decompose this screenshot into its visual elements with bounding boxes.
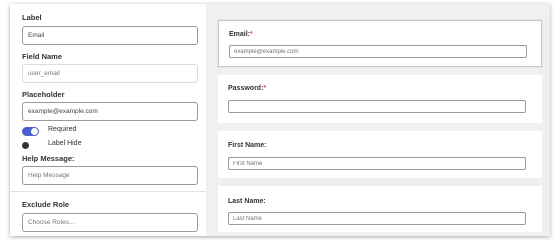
label-heading: Label <box>22 13 42 22</box>
required-toggle[interactable] <box>22 127 39 136</box>
label-hide-toggle[interactable] <box>22 141 39 150</box>
email-preview-input[interactable] <box>229 45 527 58</box>
label-hide-label: Label Hide <box>48 140 82 147</box>
label-input[interactable] <box>22 26 198 45</box>
toggle-knob <box>22 142 29 149</box>
field-name-input[interactable] <box>22 64 198 83</box>
email-field-card[interactable]: Email:* <box>218 20 542 67</box>
password-preview-input[interactable] <box>228 100 526 113</box>
required-mark: * <box>250 31 253 38</box>
field-label: Last Name: <box>228 198 266 205</box>
field-name-heading: Field Name <box>22 52 63 61</box>
password-field-card[interactable]: Password:* <box>218 75 542 123</box>
help-message-heading: Help Message: <box>22 154 75 163</box>
help-message-input[interactable] <box>22 166 198 185</box>
form-builder-window: Label Field Name Placeholder Required La… <box>10 4 550 236</box>
field-label: Password:* <box>228 85 267 92</box>
first-name-field-card[interactable]: First Name: <box>218 131 542 178</box>
field-label: First Name: <box>228 142 267 149</box>
exclude-role-select[interactable] <box>22 213 198 232</box>
divider <box>10 191 206 192</box>
field-settings-panel: Label Field Name Placeholder Required La… <box>10 4 206 236</box>
exclude-role-heading: Exclude Role <box>22 200 70 209</box>
field-label: Email:* <box>229 31 253 38</box>
placeholder-heading: Placeholder <box>22 90 65 99</box>
first-name-preview-input[interactable] <box>228 157 526 170</box>
required-label: Required <box>48 126 77 133</box>
toggle-knob <box>31 128 38 135</box>
form-preview-panel: Email:* Password:* First Name: Last Name… <box>206 4 550 236</box>
last-name-field-card[interactable]: Last Name: <box>218 186 542 232</box>
placeholder-input[interactable] <box>22 102 198 121</box>
required-mark: * <box>263 85 267 92</box>
last-name-preview-input[interactable] <box>228 212 526 225</box>
